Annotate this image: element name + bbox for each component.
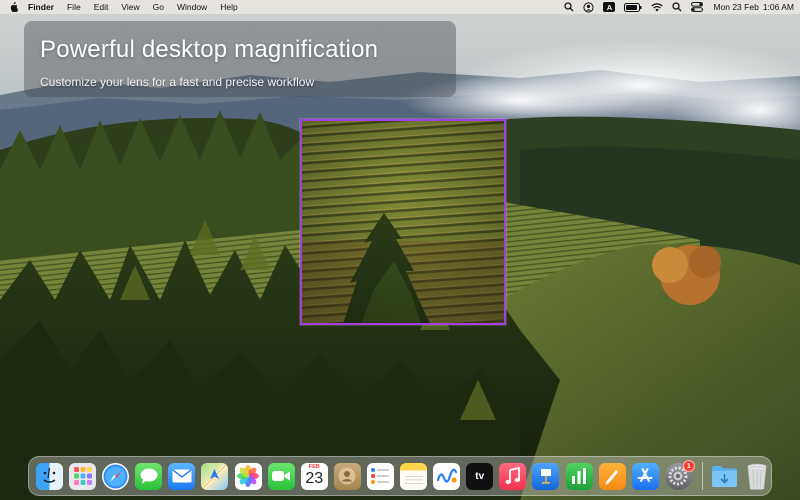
promo-title: Powerful desktop magnification [40,36,379,63]
apple-tv-icon: tv [475,470,485,482]
menu-bar: Finder File Edit View Go Window Help A M… [0,0,800,14]
downloads-folder-icon [711,466,737,487]
launchpad-icon [73,467,92,485]
dock-freeform[interactable] [433,462,461,490]
dock-contacts[interactable] [333,462,361,490]
dock-notes[interactable] [400,462,428,490]
wifi-icon[interactable] [651,2,664,12]
dock-music[interactable] [499,462,527,490]
menu-file[interactable]: File [67,0,81,14]
menu-window[interactable]: Window [177,0,207,14]
dock-pages[interactable] [598,462,626,490]
dock-system-settings[interactable]: 1 [664,459,695,490]
dock-downloads-folder[interactable] [711,463,738,490]
input-source-icon[interactable]: A [603,2,616,12]
menu-edit[interactable]: Edit [94,0,109,14]
dock-facetime[interactable] [267,462,295,490]
dock: FEB 23 tv 1 [28,456,772,496]
finder-icon [43,467,56,483]
pages-icon [605,470,619,485]
apple-menu-icon[interactable] [6,0,20,14]
menu-app-name[interactable]: Finder [28,0,54,14]
dock-mail[interactable] [168,462,196,490]
maps-icon [203,464,227,488]
dock-app-store[interactable] [631,462,659,490]
menu-bar-time: 1:06 AM [762,2,794,12]
dock-photos[interactable] [234,462,262,490]
battery-icon[interactable] [624,2,642,12]
magnifier-lens[interactable] [300,119,506,325]
user-circle-icon[interactable] [583,1,595,13]
dock-calendar[interactable]: FEB 23 [300,462,328,490]
menu-go[interactable]: Go [153,0,164,14]
input-source-label: A [603,2,616,12]
dock-tv[interactable]: tv [466,462,494,490]
dock-finder[interactable] [36,462,63,490]
menu-bar-status-area: A Mon 23 Feb 1:06 AM [555,0,794,14]
search-icon[interactable] [564,2,574,12]
calendar-day: 23 [305,469,324,487]
facetime-icon [272,471,291,481]
app-store-icon [637,468,653,482]
menu-bar-clock[interactable]: Mon 23 Feb 1:06 AM [713,0,794,14]
keynote-icon [540,469,551,484]
dock-safari[interactable] [102,462,130,490]
trash-icon [747,463,768,490]
notification-badge: 1 [682,459,695,472]
dock-messages[interactable] [135,462,163,490]
contacts-icon [338,467,356,485]
notes-icon [404,476,423,484]
dock-keynote[interactable] [532,462,560,490]
freeform-icon [436,468,457,483]
music-icon [505,467,520,484]
menu-bar-date: Mon 23 Feb [713,2,759,12]
reminders-icon [371,468,390,484]
safari-icon [103,464,128,488]
dock-separator [701,462,703,490]
menu-help[interactable]: Help [220,0,237,14]
messages-icon [140,468,158,484]
dock-numbers[interactable] [565,462,593,490]
dock-reminders[interactable] [366,462,394,490]
dock-launchpad[interactable] [69,462,97,490]
promo-subtitle: Customize your lens for a fast and preci… [40,75,315,89]
numbers-icon [572,468,586,484]
photos-icon [237,465,260,487]
control-center-icon[interactable] [691,2,704,12]
dock-trash[interactable] [744,463,771,490]
menu-view[interactable]: View [121,0,139,14]
spotlight-search-icon[interactable] [672,2,682,12]
dock-maps[interactable] [201,462,229,490]
mail-icon [172,469,192,483]
